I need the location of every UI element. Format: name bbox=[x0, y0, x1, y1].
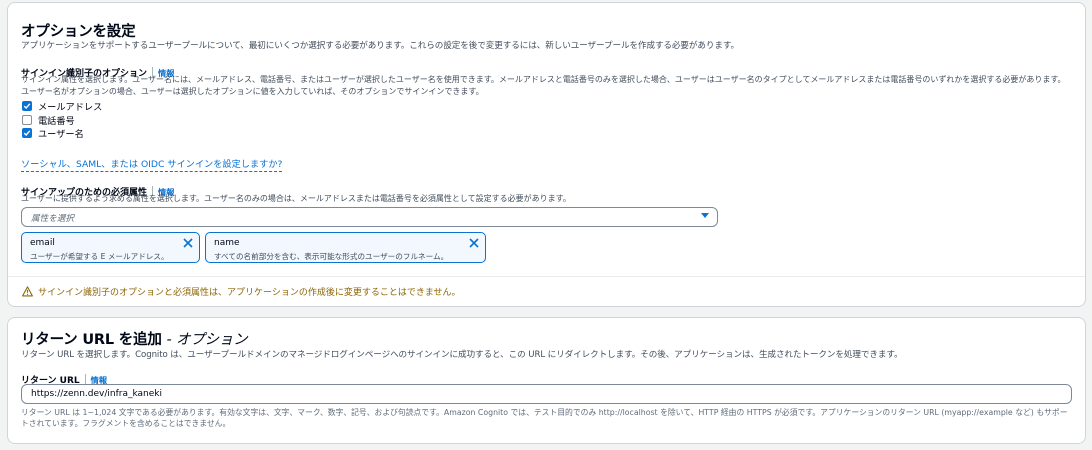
return-url-title-row: リターン URL を追加 - オプション bbox=[21, 328, 248, 349]
return-url-title-suffix: - オプション bbox=[166, 332, 248, 348]
token-name: name すべての名前部分を含む、表示可能な形式のユーザーのフルネーム。 bbox=[205, 232, 486, 263]
return-url-title: リターン URL を追加 bbox=[21, 332, 162, 348]
checkbox-checked-icon[interactable] bbox=[22, 128, 32, 138]
separator bbox=[84, 374, 86, 384]
social-signin-link-wrap: ソーシャル、SAML、または OIDC サインインを設定しますか? bbox=[21, 152, 283, 172]
signup-description: ユーザーに提供するよう求める属性を選択します。ユーザー名のみの場合は、メールアド… bbox=[21, 194, 571, 203]
token-email-description: ユーザーが希望する E メールアドレス。 bbox=[30, 252, 169, 261]
options-title: オプションを設定 bbox=[21, 24, 136, 40]
return-url-panel: リターン URL を追加 - オプション リターン URL を選択します。Cog… bbox=[7, 317, 1086, 444]
token-name-name: name bbox=[214, 238, 240, 248]
token-email-name: email bbox=[30, 238, 55, 248]
signin-description-2: ユーザー名がオプションの場合、ユーザーは選択したオプションに値を入力していれば、… bbox=[21, 87, 484, 96]
options-description: アプリケーションをサポートするユーザープールについて、最初にいくつか選択する必要… bbox=[21, 41, 740, 51]
checkbox-email[interactable]: メールアドレス bbox=[22, 99, 102, 113]
checkbox-checked-icon[interactable] bbox=[22, 101, 32, 111]
close-icon[interactable] bbox=[468, 237, 480, 249]
checkbox-phone-label: 電話番号 bbox=[38, 116, 75, 127]
checkbox-email-label: メールアドレス bbox=[38, 102, 103, 113]
close-icon[interactable] bbox=[182, 237, 194, 249]
token-email: email ユーザーが希望する E メールアドレス。 bbox=[21, 232, 200, 263]
checkbox-username-label: ユーザー名 bbox=[38, 129, 84, 140]
social-signin-link[interactable]: ソーシャル、SAML、または OIDC サインインを設定しますか? bbox=[21, 159, 283, 172]
return-url-value[interactable]: https://zenn.dev/infra_kaneki bbox=[31, 389, 162, 399]
return-url-description: リターン URL を選択します。Cognito は、ユーザープールドメインのマネ… bbox=[21, 350, 903, 360]
token-name-description: すべての名前部分を含む、表示可能な形式のユーザーのフルネーム。 bbox=[214, 252, 449, 261]
caret-down-icon[interactable] bbox=[701, 213, 709, 218]
checkbox-username[interactable]: ユーザー名 bbox=[22, 126, 84, 140]
divider bbox=[8, 276, 1085, 277]
warning-text: サインイン識別子のオプションと必須属性は、アプリケーションの作成後に変更すること… bbox=[38, 288, 461, 298]
checkbox-phone[interactable]: 電話番号 bbox=[22, 113, 75, 127]
signin-description-1: サインイン属性を選択します。ユーザー名には、メールアドレス、電話番号、またはユー… bbox=[21, 75, 1066, 84]
options-panel: オプションを設定 アプリケーションをサポートするユーザープールについて、最初にい… bbox=[7, 2, 1086, 307]
return-url-constraint: リターン URL は 1~1,024 文字である必要があります。有効な文字は、文… bbox=[21, 408, 1068, 428]
warning-icon bbox=[22, 286, 33, 297]
return-url-input[interactable]: https://zenn.dev/infra_kaneki bbox=[21, 384, 1072, 404]
attribute-select-placeholder: 属性を選択 bbox=[31, 214, 74, 224]
checkbox-unchecked-icon[interactable] bbox=[22, 115, 32, 125]
attribute-select[interactable]: 属性を選択 bbox=[21, 207, 718, 227]
warning-row: サインイン識別子のオプションと必須属性は、アプリケーションの作成後に変更すること… bbox=[22, 285, 461, 298]
